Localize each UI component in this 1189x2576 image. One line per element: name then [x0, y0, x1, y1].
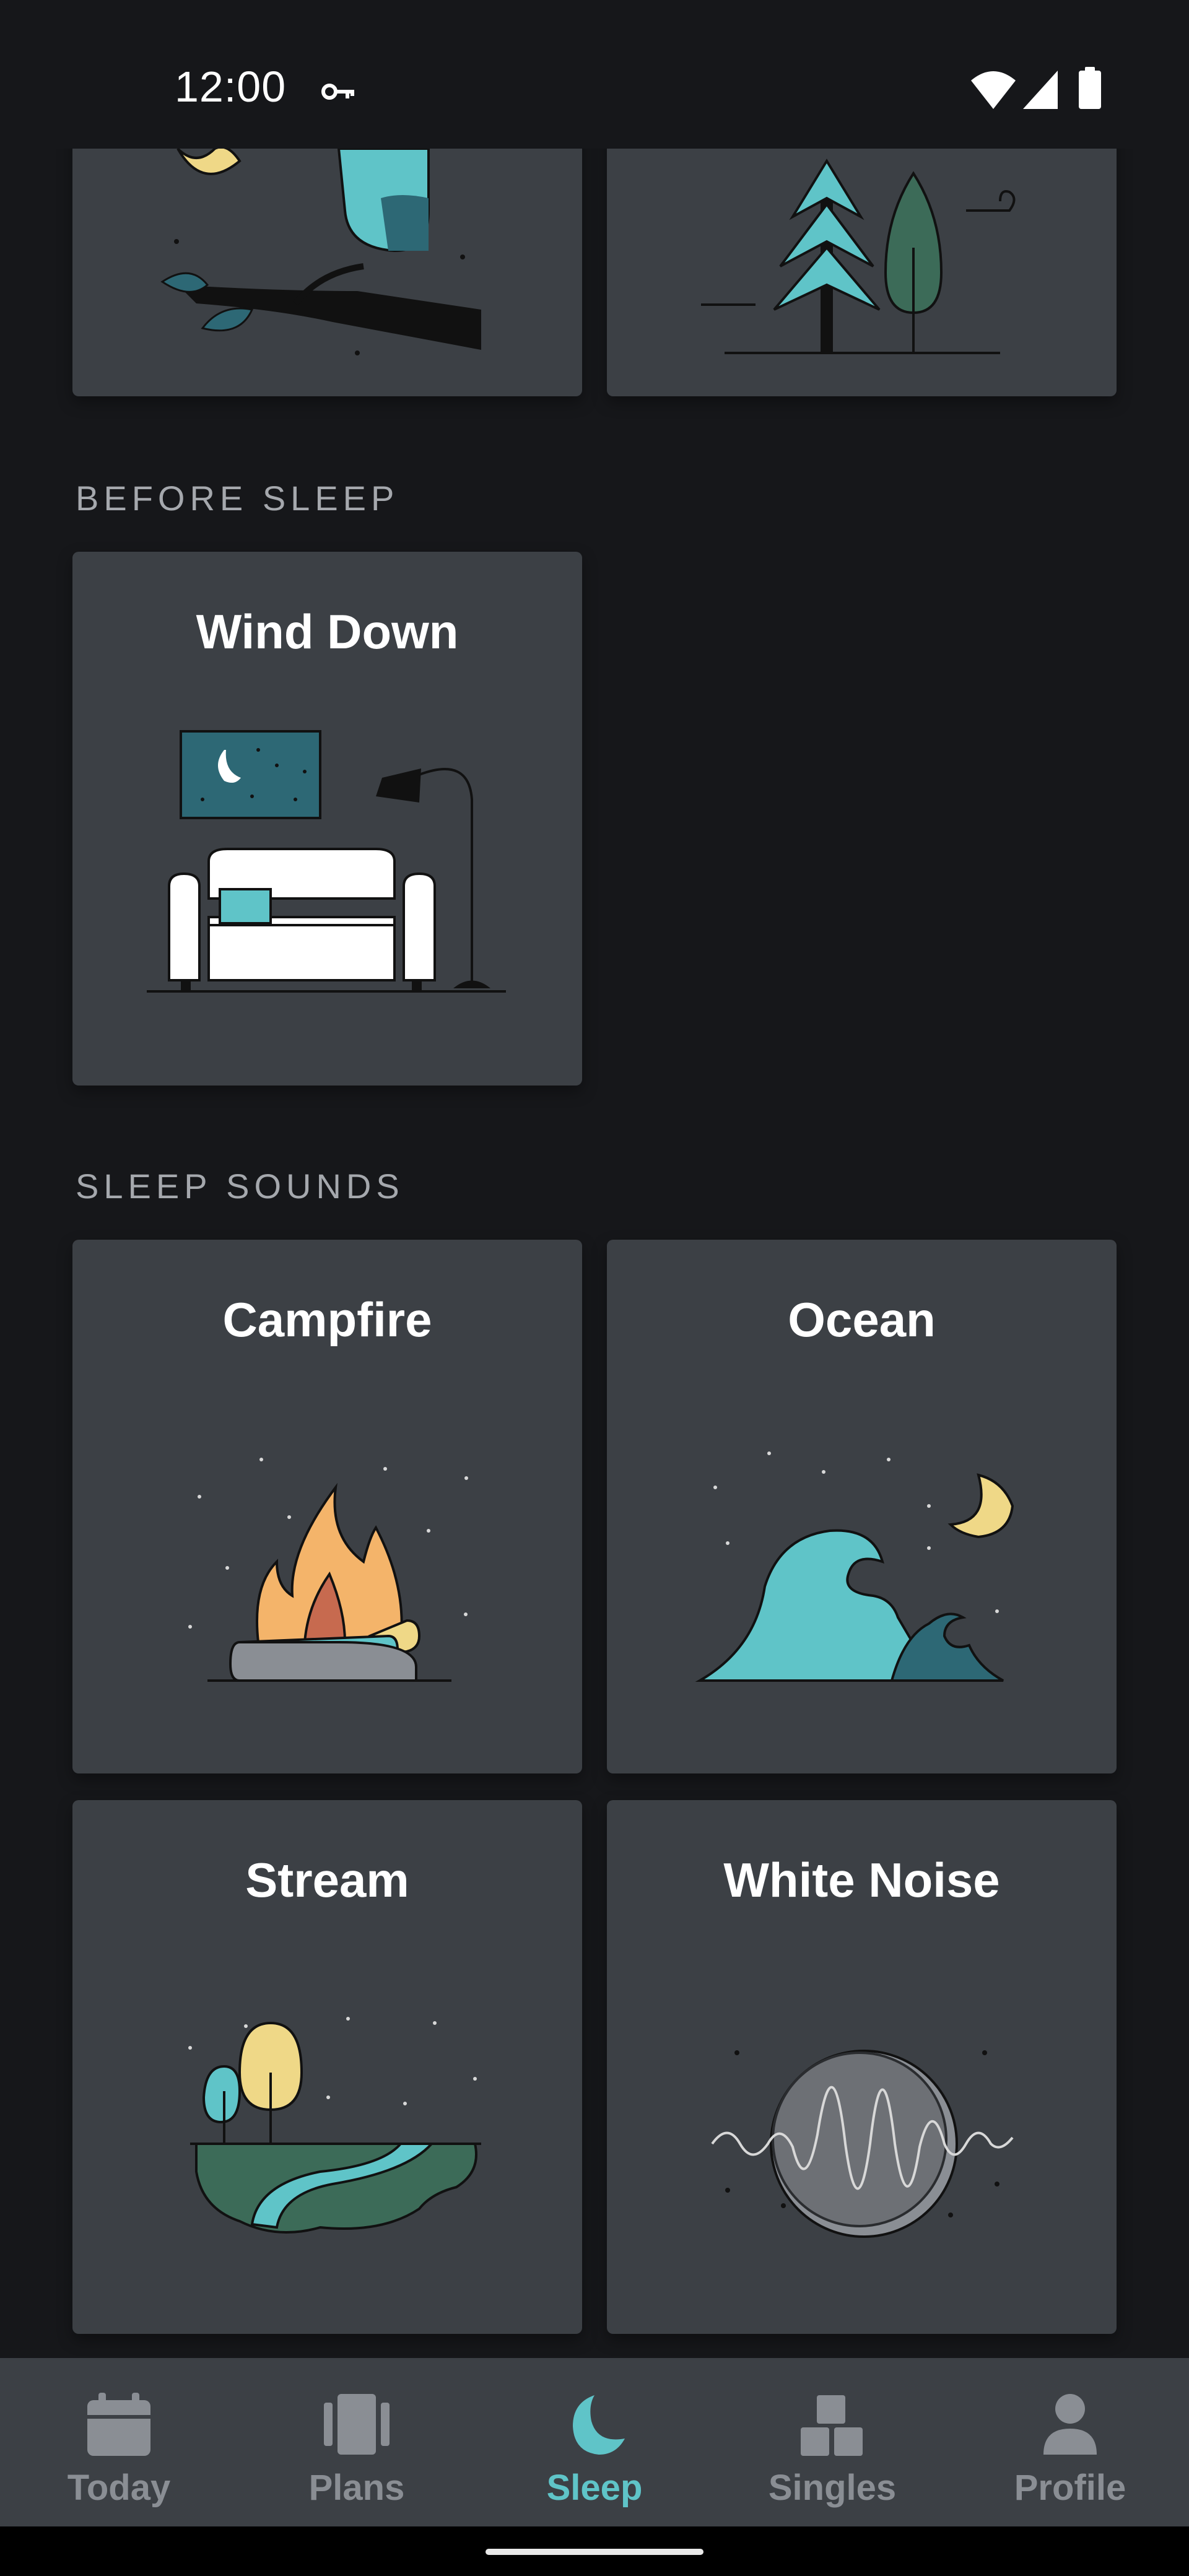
- wifi-icon: [971, 71, 1016, 109]
- partial-card-owl[interactable]: [72, 149, 582, 396]
- nav-profile[interactable]: Profile: [951, 2358, 1189, 2526]
- nav-today[interactable]: Today: [0, 2358, 238, 2526]
- calendar-icon: [87, 2393, 150, 2456]
- nav-plans-label: Plans: [308, 2468, 405, 2508]
- nav-profile-label: Profile: [1014, 2468, 1126, 2508]
- nav-singles-label: Singles: [768, 2468, 897, 2508]
- white-noise-icon: [711, 2050, 1014, 2238]
- sofa-lamp-icon: [147, 730, 506, 993]
- forest-icon: [701, 159, 1016, 354]
- person-icon: [1043, 2394, 1097, 2455]
- vpn-key-icon: [321, 84, 354, 100]
- campfire-icon: [188, 1458, 468, 1682]
- gesture-handle[interactable]: [486, 2549, 703, 2555]
- wind-down-card[interactable]: Wind Down: [72, 552, 582, 1086]
- section-before-sleep-label: BEFORE SLEEP: [76, 479, 399, 518]
- system-gesture-bar: [0, 2526, 1189, 2576]
- white-noise-card[interactable]: White Noise: [607, 1800, 1117, 2334]
- nav-sleep[interactable]: Sleep: [476, 2358, 713, 2526]
- sleep-content[interactable]: BEFORE SLEEP Wind Down SLEEP SOUNDS Camp…: [0, 149, 1189, 2358]
- section-sleep-sounds-label: SLEEP SOUNDS: [76, 1167, 404, 1206]
- partial-card-forest[interactable]: [607, 149, 1117, 396]
- plans-icon: [324, 2394, 390, 2455]
- stream-icon: [188, 2017, 481, 2234]
- cell-signal-icon: [1023, 71, 1058, 109]
- nav-today-label: Today: [67, 2468, 171, 2508]
- moon-icon: [573, 2395, 625, 2455]
- status-bar: 12:00: [0, 0, 1189, 149]
- status-time: 12:00: [175, 63, 287, 111]
- nav-plans[interactable]: Plans: [238, 2358, 476, 2526]
- battery-icon: [1079, 67, 1101, 109]
- owl-branch-icon: [160, 149, 481, 355]
- campfire-card[interactable]: Campfire: [72, 1240, 582, 1773]
- bottom-navigation: Today Plans Sleep Singles Profile: [0, 2358, 1189, 2526]
- ocean-card[interactable]: Ocean: [607, 1240, 1117, 1773]
- stream-card[interactable]: Stream: [72, 1800, 582, 2334]
- ocean-wave-icon: [695, 1451, 1014, 1682]
- blocks-icon: [801, 2395, 863, 2456]
- nav-sleep-label: Sleep: [546, 2468, 643, 2508]
- nav-singles[interactable]: Singles: [713, 2358, 951, 2526]
